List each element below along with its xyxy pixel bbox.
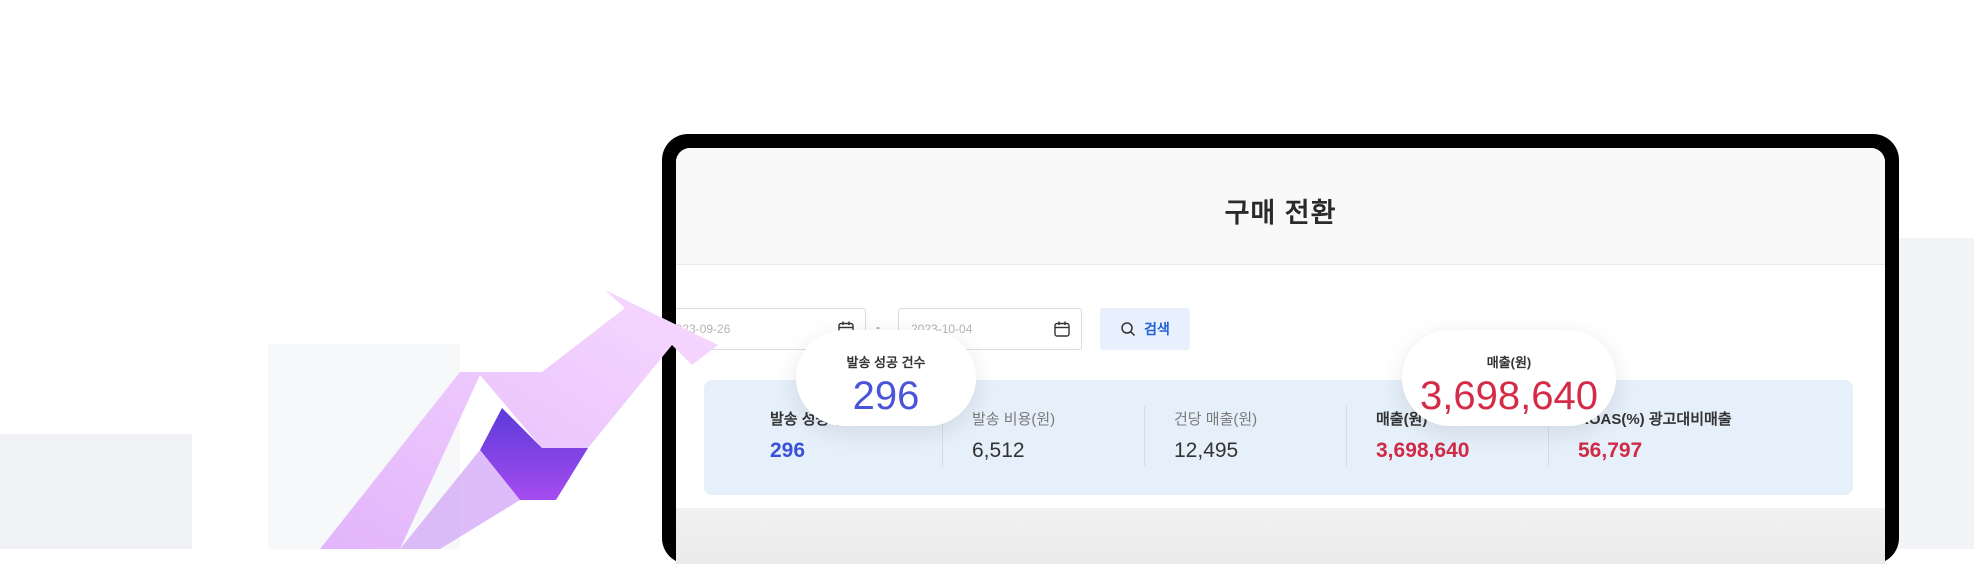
search-button[interactable]: 검색 xyxy=(1100,308,1190,350)
divider xyxy=(1144,406,1145,466)
page-header: 구매 전환 xyxy=(676,148,1885,265)
divider xyxy=(1346,406,1347,466)
stat-value: 296 xyxy=(770,439,806,462)
background-block xyxy=(1890,238,1974,549)
bubble-label: 발송 성공 건수 xyxy=(846,355,926,370)
stat-value: 12,495 xyxy=(1174,439,1239,462)
search-icon xyxy=(1121,322,1136,337)
bubble-label: 매출(원) xyxy=(1486,355,1532,370)
stat-label: 건당 매출(원) xyxy=(1174,411,1258,428)
stat-value: 3,698,640 xyxy=(1376,439,1470,462)
bubble-value: 296 xyxy=(852,374,920,418)
stat-revenue-per-send: 건당 매출(원) 12,495 xyxy=(1174,408,1374,463)
stat-label: 발송 비용(원) xyxy=(972,411,1056,428)
bubble-value: 3,698,640 xyxy=(1420,374,1598,418)
background-block xyxy=(0,434,192,549)
stat-send-cost: 발송 비용(원) 6,512 xyxy=(972,408,1172,463)
search-button-label: 검색 xyxy=(1144,321,1170,337)
screen-bottom-area xyxy=(676,508,1885,564)
revenue-bubble: 매출(원) 3,698,640 xyxy=(1402,330,1616,426)
stat-value: 6,512 xyxy=(972,439,1025,462)
calendar-icon[interactable] xyxy=(1053,320,1071,338)
sent-count-bubble: 발송 성공 건수 296 xyxy=(796,330,976,426)
page-title: 구매 전환 xyxy=(1224,197,1337,228)
trend-arrow-icon xyxy=(320,290,718,549)
stat-value: 56,797 xyxy=(1578,439,1643,462)
